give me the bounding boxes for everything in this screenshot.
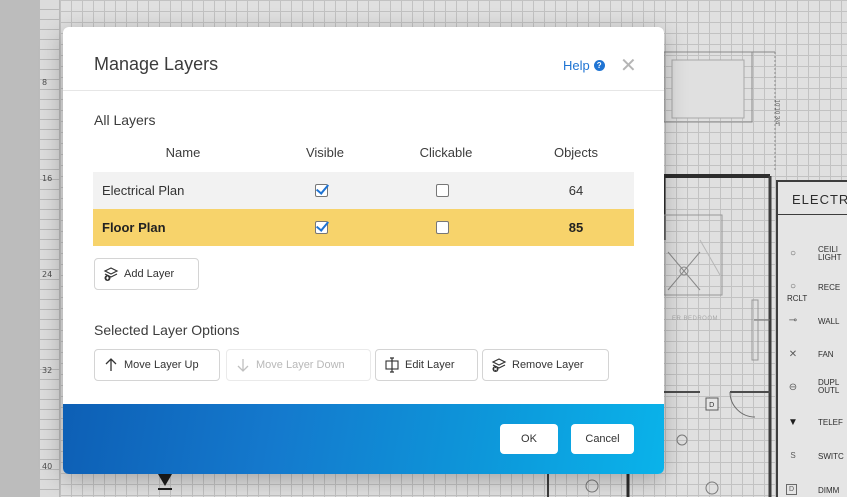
clickable-checkbox[interactable] — [436, 184, 449, 197]
edit-text-icon — [384, 357, 400, 373]
remove-layer-label: Remove Layer — [512, 359, 584, 371]
object-count: 64 — [568, 183, 584, 198]
selected-layer-options-heading: Selected Layer Options — [94, 322, 240, 338]
add-layer-label: Add Layer — [124, 268, 175, 280]
help-label: Help — [563, 58, 590, 73]
move-layer-down-label: Move Layer Down — [256, 359, 345, 371]
dialog-title: Manage Layers — [94, 54, 219, 74]
manage-layers-dialog: Manage Layers Help ? ✕ All Layers Name V… — [63, 27, 664, 474]
dialog-footer: OK Cancel — [63, 404, 664, 474]
divider — [63, 90, 664, 91]
add-layer-button[interactable]: Add Layer — [94, 258, 199, 290]
layer-row-electrical-plan[interactable]: Electrical Plan 64 — [93, 172, 634, 209]
layer-name: Electrical Plan — [102, 183, 185, 198]
column-header-name: Name — [165, 145, 201, 160]
column-header-objects: Objects — [553, 145, 599, 160]
cancel-button[interactable]: Cancel — [571, 424, 634, 454]
move-layer-up-label: Move Layer Up — [124, 359, 199, 371]
column-header-clickable: Clickable — [419, 145, 473, 160]
move-layer-down-button[interactable]: Move Layer Down — [226, 349, 371, 381]
object-count: 85 — [568, 220, 584, 235]
visible-checkbox[interactable] — [315, 184, 328, 197]
arrow-down-icon — [235, 357, 251, 373]
column-header-visible: Visible — [305, 145, 345, 160]
arrow-up-icon — [103, 357, 119, 373]
close-icon[interactable]: ✕ — [620, 53, 637, 78]
ok-button[interactable]: OK — [500, 424, 558, 454]
remove-layer-button[interactable]: Remove Layer — [482, 349, 609, 381]
all-layers-heading: All Layers — [94, 112, 156, 128]
question-icon: ? — [593, 60, 605, 71]
clickable-checkbox[interactable] — [436, 221, 449, 234]
visible-checkbox[interactable] — [315, 221, 328, 234]
edit-layer-button[interactable]: Edit Layer — [375, 349, 478, 381]
add-layer-icon — [103, 266, 119, 282]
help-link[interactable]: Help ? — [563, 58, 605, 73]
layer-name: Floor Plan — [102, 220, 166, 235]
move-layer-up-button[interactable]: Move Layer Up — [94, 349, 220, 381]
layer-row-floor-plan[interactable]: Floor Plan 85 — [93, 209, 634, 246]
remove-layer-icon — [491, 357, 507, 373]
edit-layer-label: Edit Layer — [405, 359, 455, 371]
